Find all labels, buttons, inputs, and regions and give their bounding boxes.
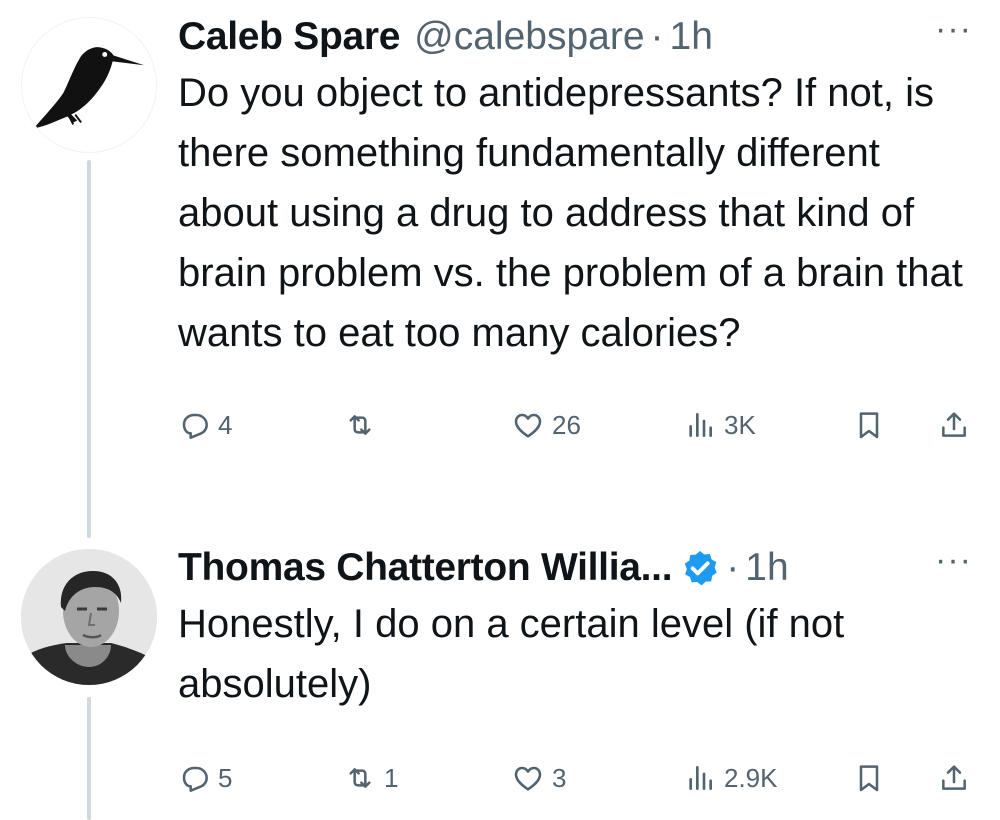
repost-button[interactable]: 1 — [344, 758, 398, 798]
reply-icon — [182, 766, 208, 792]
views-button[interactable]: 2.9K — [684, 758, 778, 798]
more-options-icon[interactable]: ··· — [935, 12, 972, 46]
thread-connector-line — [87, 697, 91, 820]
tweet-text: Do you object to antidepressants? If not… — [178, 71, 963, 355]
tweet-header: Thomas Chatterton Willia... · 1h ··· — [178, 543, 972, 593]
tweet-actions: 4 26 3K — [178, 405, 972, 445]
heart-icon — [514, 766, 542, 791]
tweet-header: Caleb Spare @calebspare · 1h ··· — [178, 12, 972, 62]
tweet[interactable]: Thomas Chatterton Willia... · 1h ··· Hon… — [178, 543, 972, 798]
author-name[interactable]: Thomas Chatterton Willia... — [178, 546, 673, 590]
bookmark-button[interactable] — [853, 405, 885, 445]
avatar[interactable] — [21, 549, 157, 685]
views-count: 2.9K — [724, 762, 778, 793]
kingfisher-bird-icon — [33, 47, 145, 129]
reply-button[interactable]: 5 — [178, 758, 232, 798]
author-name[interactable]: Caleb Spare — [178, 15, 400, 59]
bookmark-button[interactable] — [853, 758, 885, 798]
share-button[interactable] — [938, 758, 970, 798]
share-button[interactable] — [938, 405, 970, 445]
repost-button[interactable] — [344, 405, 384, 445]
thread-connector-line — [87, 160, 91, 538]
avatar[interactable] — [21, 17, 157, 153]
views-chart-icon — [689, 766, 712, 790]
reply-icon — [182, 413, 208, 439]
repost-count: 1 — [384, 762, 399, 793]
tweet-text: Honestly, I do on a certain level (if no… — [178, 602, 845, 706]
tweet[interactable]: Caleb Spare @calebspare · 1h ··· Do you … — [178, 12, 972, 445]
timestamp[interactable]: 1h — [670, 15, 713, 59]
separator-dot: · — [726, 546, 740, 589]
bookmark-icon — [859, 765, 879, 792]
share-icon — [942, 412, 966, 437]
like-button[interactable]: 3 — [512, 758, 566, 798]
views-chart-icon — [689, 413, 712, 437]
tweet-actions: 5 1 3 2.9K — [178, 758, 972, 798]
reply-button[interactable]: 4 — [178, 405, 232, 445]
portrait-photo — [21, 549, 157, 685]
more-options-icon[interactable]: ··· — [935, 543, 972, 577]
like-button[interactable]: 26 — [512, 405, 581, 445]
reply-count: 5 — [218, 762, 233, 793]
like-count: 26 — [552, 409, 581, 440]
like-count: 3 — [552, 762, 567, 793]
repost-icon — [349, 768, 371, 788]
views-count: 3K — [724, 409, 756, 440]
heart-icon — [514, 413, 542, 438]
repost-icon — [349, 415, 371, 435]
separator-dot: · — [650, 15, 664, 58]
verified-badge-icon — [685, 551, 717, 586]
share-icon — [942, 765, 966, 790]
bookmark-icon — [859, 412, 879, 439]
timestamp[interactable]: 1h — [745, 546, 788, 590]
views-button[interactable]: 3K — [684, 405, 756, 445]
author-handle[interactable]: @calebspare — [414, 15, 644, 59]
reply-count: 4 — [218, 409, 233, 440]
